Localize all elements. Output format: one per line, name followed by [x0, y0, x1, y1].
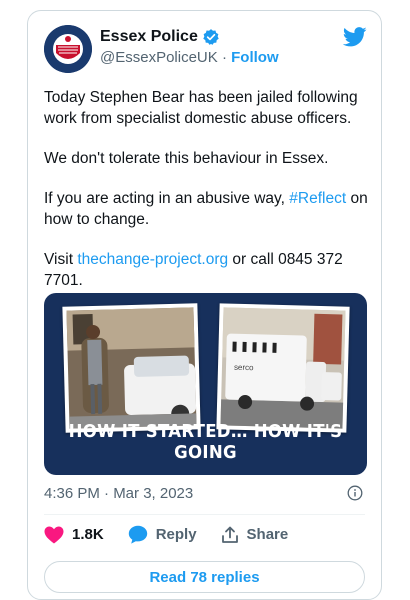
- verified-badge-icon: [203, 29, 219, 45]
- follow-button[interactable]: Follow: [231, 49, 279, 66]
- share-icon: [221, 526, 238, 543]
- account-handle[interactable]: @EssexPoliceUK: [100, 49, 218, 66]
- like-count: 1.8K: [72, 526, 104, 543]
- essex-police-crest-icon: [44, 25, 92, 73]
- twitter-bird-icon[interactable]: [343, 27, 367, 47]
- action-bar: 1.8K Reply Share: [44, 525, 312, 544]
- tweet-text: If you are acting in an abusive way,: [44, 190, 290, 207]
- tweet-paragraph-4: Visit thechange-project.org or call 0845…: [44, 249, 369, 291]
- read-replies-button[interactable]: Read 78 replies: [44, 561, 365, 593]
- tweet-timestamp[interactable]: 4:36 PM · Mar 3, 2023: [44, 485, 193, 502]
- tweet-body: Today Stephen Bear has been jailed follo…: [44, 87, 369, 310]
- photo-how-its-going: serco: [216, 303, 350, 433]
- tweet-header: Essex Police @EssexPoliceUK · Follow: [44, 25, 367, 77]
- divider: [44, 514, 365, 515]
- handle-row: @EssexPoliceUK · Follow: [100, 49, 279, 66]
- man-with-car-image: [66, 307, 197, 429]
- media-caption: HOW IT STARTED… HOW IT'S GOING: [68, 421, 343, 463]
- website-link[interactable]: thechange-project.org: [77, 251, 228, 268]
- avatar[interactable]: [44, 25, 92, 73]
- prison-van-image: serco: [220, 307, 346, 429]
- like-button[interactable]: 1.8K: [44, 526, 104, 544]
- tweet-text: Visit: [44, 251, 78, 268]
- hashtag-link[interactable]: #Reflect: [289, 190, 346, 207]
- tweet-paragraph-2: We don't tolerate this behaviour in Esse…: [44, 150, 329, 167]
- van-logo-text: serco: [234, 363, 254, 373]
- account-name-row: Essex Police: [100, 28, 220, 46]
- photo-how-it-started: [62, 303, 201, 433]
- info-icon[interactable]: [347, 485, 363, 501]
- heart-icon: [44, 526, 64, 543]
- reply-bubble-icon: [128, 525, 147, 544]
- reply-button[interactable]: Reply: [128, 525, 197, 544]
- tweet-paragraph-1: Today Stephen Bear has been jailed follo…: [44, 89, 358, 127]
- share-label: Share: [246, 526, 289, 543]
- read-replies-label: Read 78 replies: [149, 568, 260, 586]
- separator-dot: ·: [221, 49, 227, 66]
- tweet-media-image[interactable]: serco HOW IT STARTED… HOW IT'S GOING: [44, 293, 367, 475]
- tweet-card: Essex Police @EssexPoliceUK · Follow Tod…: [27, 10, 382, 600]
- share-button[interactable]: Share: [221, 526, 289, 544]
- reply-label: Reply: [155, 526, 197, 543]
- tweet-paragraph-3: If you are acting in an abusive way, #Re…: [44, 188, 369, 230]
- account-name[interactable]: Essex Police: [100, 28, 198, 46]
